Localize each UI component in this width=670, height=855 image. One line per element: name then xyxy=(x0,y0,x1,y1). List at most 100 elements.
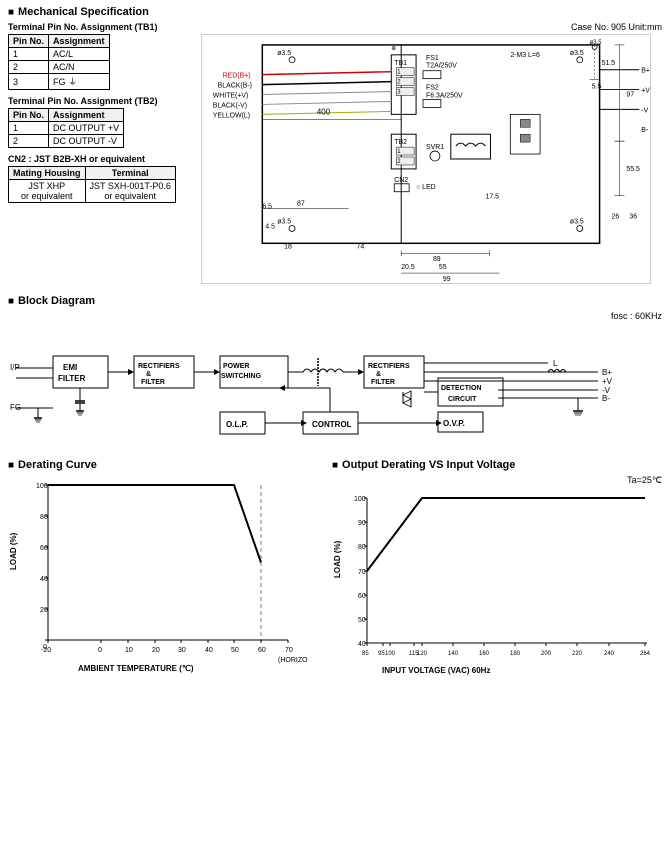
svg-text:O.V.P.: O.V.P. xyxy=(443,419,465,428)
svg-text:51.5: 51.5 xyxy=(602,60,616,67)
block-diagram-section: Block Diagram fosc : 60KHz I/P FG EMI FI… xyxy=(8,295,662,451)
svg-text:O.L.P.: O.L.P. xyxy=(226,420,248,429)
cn2-col1: Mating Housing xyxy=(9,167,86,180)
block-diagram-title: Block Diagram xyxy=(18,295,95,307)
svg-text:ø3.5: ø3.5 xyxy=(570,50,584,57)
tb1-r1c2: AC/L xyxy=(49,48,110,61)
tb1-table: Pin No.Assignment 1AC/L 2AC/N 3FG ⏚ xyxy=(8,34,110,90)
svg-text:26: 26 xyxy=(612,214,620,221)
output-derating-header: Output Derating VS Input Voltage xyxy=(332,459,662,471)
page: Mechanical Specification Terminal Pin No… xyxy=(0,0,670,697)
svg-text:TB2: TB2 xyxy=(394,139,407,146)
tb1-r1c1: 1 xyxy=(9,48,49,61)
svg-text:85: 85 xyxy=(362,651,369,657)
svg-text:55.5: 55.5 xyxy=(626,166,640,173)
svg-text:87: 87 xyxy=(297,201,305,208)
svg-text:40: 40 xyxy=(358,641,366,648)
svg-text:RECTIFIERS: RECTIFIERS xyxy=(138,363,180,370)
svg-text:B-: B- xyxy=(602,394,610,403)
tb2-col1: Pin No. xyxy=(9,109,49,122)
svg-text:-V: -V xyxy=(641,107,648,114)
tb1-col2: Assignment xyxy=(49,35,110,48)
svg-text:LOAD (%): LOAD (%) xyxy=(9,532,18,570)
mech-spec-content: Terminal Pin No. Assignment (TB1) Pin No… xyxy=(8,22,662,287)
svg-text:4.5: 4.5 xyxy=(265,223,275,230)
svg-text:30: 30 xyxy=(178,647,186,654)
svg-text:F6.3A/250V: F6.3A/250V xyxy=(426,92,463,99)
mech-spec-title: Mechanical Specification xyxy=(18,6,149,18)
svg-text:CN2: CN2 xyxy=(394,177,408,184)
svg-text:WHITE(+V): WHITE(+V) xyxy=(213,92,249,99)
fosc-label: fosc : 60KHz xyxy=(8,311,662,321)
tb1-r2c2: AC/N xyxy=(49,61,110,74)
svg-text:RECTIFIERS: RECTIFIERS xyxy=(368,363,410,370)
svg-text:220: 220 xyxy=(572,651,583,657)
svg-text:FILTER: FILTER xyxy=(141,379,165,386)
svg-text:5.5: 5.5 xyxy=(592,84,602,91)
svg-text:20.5: 20.5 xyxy=(401,264,415,271)
mech-spec-header: Mechanical Specification xyxy=(8,6,662,18)
svg-text:97: 97 xyxy=(626,92,634,99)
derating-svg: LOAD (%) 100 80 60 40 20 0 xyxy=(8,475,308,675)
block-diagram-header: Block Diagram xyxy=(8,295,662,307)
svg-text:140: 140 xyxy=(448,651,459,657)
svg-text:6.5: 6.5 xyxy=(262,204,272,211)
svg-text:INPUT VOLTAGE (VAC) 60Hz: INPUT VOLTAGE (VAC) 60Hz xyxy=(382,666,490,675)
svg-text:FS2: FS2 xyxy=(426,85,439,92)
svg-text:200: 200 xyxy=(541,651,552,657)
svg-text:ø3.5: ø3.5 xyxy=(277,218,291,225)
mech-drawing-svg: TB1 1 2 3 FS1 T2A/250V FS2 F6.3A/250V xyxy=(201,34,651,284)
svg-text:&: & xyxy=(146,371,151,378)
svg-text:T2A/250V: T2A/250V xyxy=(426,63,457,70)
svg-text:2-M3 L=6: 2-M3 L=6 xyxy=(510,52,540,59)
svg-text:AMBIENT TEMPERATURE (℃): AMBIENT TEMPERATURE (℃) xyxy=(78,664,194,673)
svg-text:POWER: POWER xyxy=(223,363,249,370)
svg-text:CIRCUIT: CIRCUIT xyxy=(448,396,477,403)
svg-text:89: 89 xyxy=(433,256,441,263)
svg-text:100: 100 xyxy=(354,496,366,503)
svg-text:ø3.5: ø3.5 xyxy=(277,50,291,57)
svg-text:B-: B- xyxy=(641,127,648,134)
svg-text:SWITCHING: SWITCHING xyxy=(221,373,262,380)
svg-text:BLACK(-V): BLACK(-V) xyxy=(213,102,247,109)
svg-text:20: 20 xyxy=(152,647,160,654)
svg-text:DETECTION: DETECTION xyxy=(441,385,481,392)
svg-text:60: 60 xyxy=(40,545,48,552)
svg-text:36: 36 xyxy=(629,214,637,221)
tb2-r2c2: DC OUTPUT -V xyxy=(49,135,124,148)
svg-text:70: 70 xyxy=(358,569,366,576)
output-derating-svg: LOAD (%) 100 90 80 70 60 50 40 xyxy=(332,488,662,688)
svg-text:60: 60 xyxy=(358,593,366,600)
tb1-r3c1: 3 xyxy=(9,74,49,90)
svg-text:2: 2 xyxy=(397,159,400,165)
ta-label: Ta=25℃ xyxy=(332,475,662,486)
svg-text:FILTER: FILTER xyxy=(371,379,395,386)
charts-row: Derating Curve LOAD (%) 100 80 60 40 xyxy=(8,459,662,691)
svg-text:120: 120 xyxy=(417,651,428,657)
svg-text:FILTER: FILTER xyxy=(58,374,86,383)
svg-text:ø3.5: ø3.5 xyxy=(570,218,584,225)
svg-text:100: 100 xyxy=(385,651,396,657)
svg-text:99: 99 xyxy=(443,276,451,283)
svg-text:RED(B+): RED(B+) xyxy=(223,73,251,80)
svg-text:40: 40 xyxy=(205,647,213,654)
svg-text:BLACK(B-): BLACK(B-) xyxy=(218,83,252,90)
tb2-col2: Assignment xyxy=(49,109,124,122)
cn2-r1c2: JST SXH-001T-P0.6or equivalent xyxy=(85,180,175,203)
svg-text:&: & xyxy=(376,371,381,378)
svg-text:18: 18 xyxy=(284,243,292,250)
svg-text:40: 40 xyxy=(40,576,48,583)
svg-text:TB1: TB1 xyxy=(394,60,407,67)
mech-drawing: Case No. 905 Unit:mm TB1 1 2 3 FS xyxy=(201,22,662,287)
svg-text:YELLOW(L): YELLOW(L) xyxy=(213,112,250,119)
svg-text:0: 0 xyxy=(98,647,102,654)
svg-text:+V: +V xyxy=(641,88,650,95)
derating-curve-section: Derating Curve LOAD (%) 100 80 60 40 xyxy=(8,459,322,691)
block-diagram-svg: I/P FG EMI FILTER xyxy=(8,323,662,448)
svg-text:FG: FG xyxy=(10,403,21,412)
svg-text:L: L xyxy=(553,359,558,368)
cn2-r1c1: JST XHPor equivalent xyxy=(9,180,86,203)
svg-text:240: 240 xyxy=(604,651,615,657)
svg-text:⊕: ⊕ xyxy=(391,46,396,52)
svg-text:B+: B+ xyxy=(641,68,650,75)
